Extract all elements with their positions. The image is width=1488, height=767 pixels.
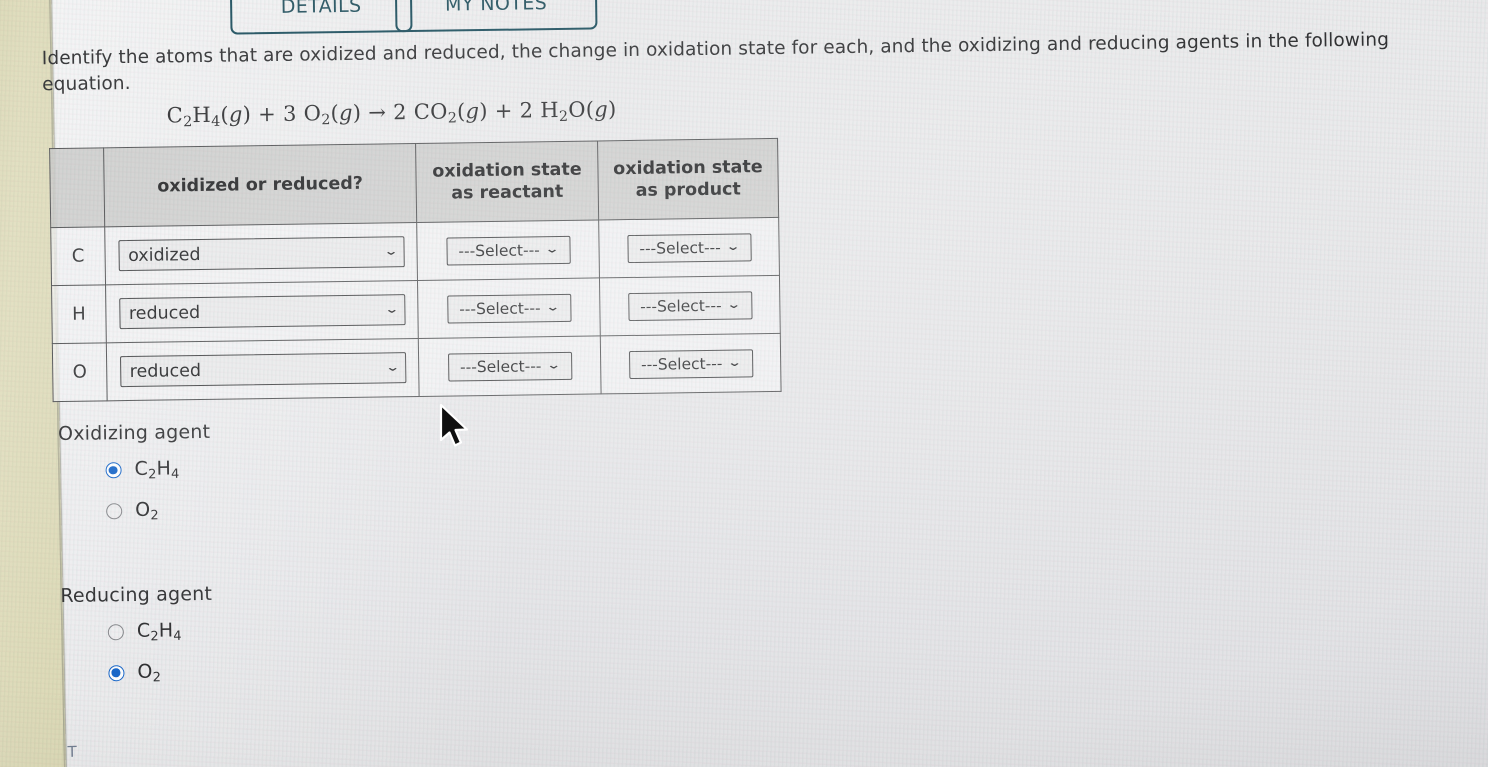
reducing-agent-option-o2[interactable]: O2 [108,659,213,685]
select-value: reduced [128,302,201,324]
stray-glyph: T [67,742,77,761]
cell-state-as-product: ---Select--- ⌄ [599,275,781,336]
table-body: C oxidized ⌄ ---Select--- ⌄ ---Select---… [50,217,782,402]
header-state-as-product: oxidation state as product [597,138,779,220]
chevron-down-icon: ⌄ [725,240,741,254]
cell-state-as-product: ---Select--- ⌄ [600,333,782,394]
radio-icon[interactable] [107,624,124,641]
select-state-as-reactant-c[interactable]: ---Select--- ⌄ [445,235,571,266]
select-value: ---Select--- [639,238,721,258]
chevron-down-icon: ⌄ [384,361,400,375]
screenshot-root: J DETAILS MY NOTES Identify the atoms th… [0,0,1488,767]
select-value: ---Select--- [459,356,542,376]
select-value: ---Select--- [458,240,540,260]
cell-oxidized-or-reduced: reduced ⌄ [106,338,420,401]
chevron-down-icon: ⌄ [383,303,399,317]
header-blank [49,147,105,228]
redox-table: oxidized or reduced? oxidation state as … [49,137,782,403]
oxidizing-agent-group: Oxidizing agent C2H4 O2 [58,421,212,540]
radio-icon[interactable] [105,462,122,479]
chevron-down-icon: ⌄ [546,359,562,373]
reducing-agent-group: Reducing agent C2H4 O2 [60,583,213,702]
reducing-agent-option-label: C2H4 [136,619,182,645]
table-row: C oxidized ⌄ ---Select--- ⌄ ---Select---… [50,217,780,286]
oxidizing-agent-option-o2[interactable]: O2 [106,497,211,523]
tab-details[interactable]: DETAILS [229,0,413,35]
chevron-down-icon: ⌄ [544,243,560,257]
oxidizing-agent-option-label: C2H4 [134,457,180,483]
chevron-down-icon: ⌄ [383,245,399,259]
row-atom-label: O [52,342,108,402]
table-header-row: oxidized or reduced? oxidation state as … [49,138,779,228]
cell-state-as-reactant: ---Select--- ⌄ [418,335,602,397]
header-state-as-reactant: oxidation state as reactant [415,140,599,223]
select-value: ---Select--- [640,354,723,374]
chevron-down-icon: ⌄ [545,301,561,315]
table-row: H reduced ⌄ ---Select--- ⌄ ---Select--- … [51,275,781,344]
select-oxidized-or-reduced-h[interactable]: reduced ⌄ [118,294,406,330]
select-state-as-reactant-h[interactable]: ---Select--- ⌄ [446,293,572,324]
reducing-agent-option-c2h4[interactable]: C2H4 [107,619,213,645]
select-value: ---Select--- [459,298,541,318]
tab-my-notes[interactable]: MY NOTES [394,0,598,33]
oxidizing-agent-option-label: O2 [135,498,159,523]
cell-oxidized-or-reduced: oxidized ⌄ [104,222,418,285]
header-state-as-product-line2: as product [635,179,741,201]
select-state-as-product-o[interactable]: ---Select--- ⌄ [628,348,753,379]
select-oxidized-or-reduced-o[interactable]: reduced ⌄ [119,352,406,388]
chevron-down-icon: ⌄ [727,356,743,370]
table-header: oxidized or reduced? oxidation state as … [49,138,779,228]
select-value: oxidized [127,244,201,266]
oxidizing-agent-option-c2h4[interactable]: C2H4 [105,457,210,483]
select-state-as-product-c[interactable]: ---Select--- ⌄ [626,232,752,263]
row-atom-label: C [50,226,106,286]
cell-state-as-reactant: ---Select--- ⌄ [416,219,600,281]
cell-oxidized-or-reduced: reduced ⌄ [105,280,419,343]
chevron-down-icon: ⌄ [726,298,742,312]
header-oxidized-or-reduced: oxidized or reduced? [103,143,417,227]
table-row: O reduced ⌄ ---Select--- ⌄ ---Select--- … [52,333,782,402]
select-state-as-product-h[interactable]: ---Select--- ⌄ [627,290,753,321]
question-prompt: Identify the atoms that are oxidized and… [41,29,1390,96]
reducing-agent-title: Reducing agent [60,582,213,607]
select-state-as-reactant-o[interactable]: ---Select--- ⌄ [447,351,572,382]
row-atom-label: H [51,284,107,344]
select-value: reduced [129,360,202,382]
select-value: ---Select--- [640,296,722,316]
radio-icon[interactable] [108,665,125,682]
oxidizing-agent-title: Oxidizing agent [57,420,211,446]
cell-state-as-product: ---Select--- ⌄ [598,217,780,278]
page-content: J DETAILS MY NOTES Identify the atoms th… [0,0,1488,767]
mouse-cursor [439,403,469,447]
header-state-as-product-line1: oxidation state [613,157,763,180]
header-state-as-reactant-line1: oxidation state [432,159,582,182]
header-state-as-reactant-line2: as reactant [451,181,564,204]
radio-icon[interactable] [106,503,123,520]
cell-state-as-reactant: ---Select--- ⌄ [417,277,601,339]
chemical-equation: C2H4(g) + 3 O2(g) → 2 CO2(g) + 2 H2O(g) [166,97,617,131]
select-oxidized-or-reduced-c[interactable]: oxidized ⌄ [117,236,405,272]
reducing-agent-option-label: O2 [137,660,162,685]
